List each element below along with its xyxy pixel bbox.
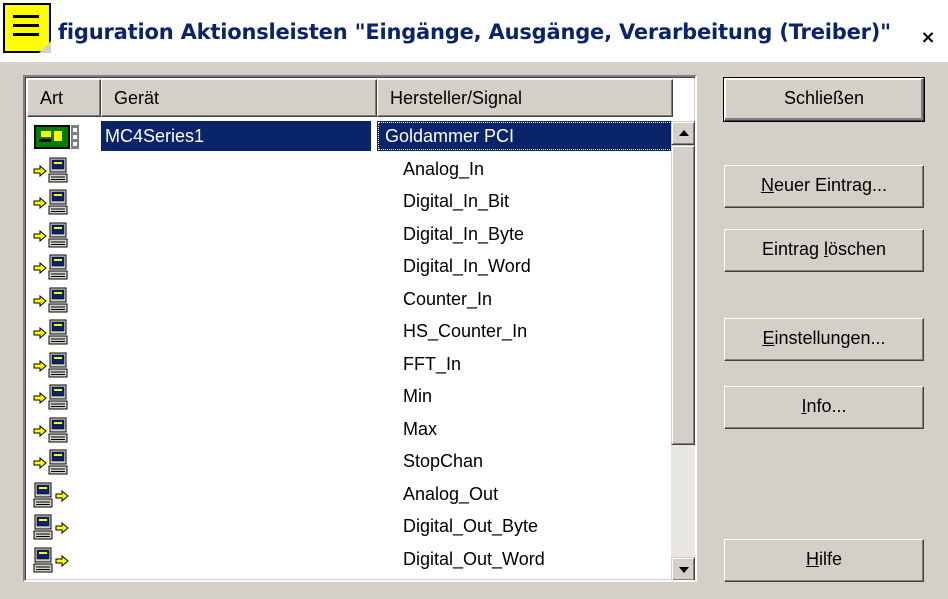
signal-cell: Digital_Out_Word (403, 548, 545, 569)
list-rows: MC4Series1 Goldammer PCI Analog_In Digital_… (27, 121, 673, 577)
column-header-geraet[interactable]: Gerät (101, 79, 377, 117)
list-row[interactable]: Analog_In (27, 154, 671, 187)
signal-cell: Min (403, 386, 433, 406)
computer-icon (33, 514, 53, 540)
signal-cell: Digital_Out_Byte (403, 516, 539, 536)
column-header-signal[interactable]: Hersteller/Signal (377, 79, 673, 117)
arrow-right-icon (33, 391, 47, 405)
input-signal-icon (33, 254, 95, 282)
arrow-right-icon (55, 554, 69, 567)
input-signal-icon (33, 352, 95, 380)
list-row[interactable]: Digital_In_Byte (27, 219, 671, 252)
input-signal-icon (33, 222, 95, 250)
signal-cell: HS_Counter_In (403, 321, 528, 341)
note-icon[interactable] (3, 3, 51, 53)
computer-icon (48, 157, 68, 183)
device-cell: MC4Series1 (101, 121, 371, 151)
arrow-right-icon (33, 424, 47, 437)
list-row[interactable]: MC4Series1 Goldammer PCI (27, 121, 673, 154)
output-signal-icon (33, 482, 95, 510)
arrow-right-icon (33, 196, 47, 210)
input-signal-icon (33, 157, 95, 185)
info-button[interactable]: Info... (724, 386, 924, 429)
list-header: Art Gerät Hersteller/Signal (27, 79, 673, 117)
input-signal-icon (33, 417, 95, 445)
list-row[interactable]: Min (27, 381, 671, 414)
output-signal-icon (33, 514, 95, 542)
help-button[interactable]: Hilfe (724, 539, 924, 582)
scroll-thumb[interactable] (671, 145, 695, 445)
signal-cell: Digital_In_Word (403, 256, 531, 276)
arrow-right-icon (33, 326, 47, 340)
arrow-right-icon (33, 359, 47, 372)
list-row[interactable]: Counter_In (27, 284, 671, 317)
signal-cell: StopChan (403, 451, 484, 471)
signal-cell: Digital_In_Bit (403, 191, 510, 211)
signal-cell: Counter_In (403, 288, 493, 309)
signal-cell: Goldammer PCI (377, 121, 673, 151)
computer-icon (48, 189, 68, 215)
computer-icon (48, 319, 68, 345)
vertical-scrollbar[interactable] (671, 121, 695, 580)
computer-icon (48, 254, 68, 280)
scroll-down-button[interactable] (671, 557, 695, 580)
arrow-right-icon (33, 164, 47, 177)
signal-cell: Max (403, 418, 438, 439)
list-row[interactable]: Max (27, 414, 671, 447)
input-signal-icon (33, 189, 95, 217)
list-row[interactable]: Digital_Out_Byte (27, 511, 671, 544)
signal-cell: Digital_In_Byte (403, 223, 525, 244)
computer-icon (33, 482, 53, 508)
signal-cell: FFT_In (403, 353, 462, 374)
computer-icon (48, 352, 68, 378)
close-icon[interactable]: × (915, 25, 941, 49)
computer-icon (48, 449, 68, 475)
arrow-right-icon (33, 456, 47, 470)
board-icon (33, 124, 95, 152)
new-entry-button[interactable]: Neuer Eintrag... (724, 165, 924, 208)
input-signal-icon (33, 319, 95, 347)
delete-entry-button[interactable]: Eintrag löschen (724, 229, 924, 272)
list-row[interactable]: HS_Counter_In (27, 316, 671, 349)
list-row[interactable]: Analog_Out (27, 479, 671, 512)
computer-icon (48, 287, 68, 313)
scroll-up-button[interactable] (671, 121, 695, 145)
input-signal-icon (33, 449, 95, 477)
arrow-down-icon (679, 567, 689, 573)
settings-button[interactable]: Einstellungen... (724, 318, 924, 361)
close-button[interactable]: Schließen (723, 77, 925, 122)
list-row[interactable]: FFT_In (27, 349, 671, 382)
arrow-right-icon (55, 489, 69, 502)
arrow-up-icon (679, 130, 689, 136)
title-bar: figuration Aktionsleisten "Eingänge, Aus… (0, 0, 948, 62)
column-header-art[interactable]: Art (27, 79, 101, 117)
list-row[interactable]: Digital_In_Word (27, 251, 671, 284)
list-row[interactable]: StopChan (27, 446, 671, 479)
signal-cell: Analog_In (403, 158, 485, 179)
arrow-right-icon (55, 521, 69, 535)
input-signal-icon (33, 287, 95, 315)
arrow-right-icon (33, 261, 47, 275)
computer-icon (48, 222, 68, 248)
list-row[interactable]: Digital_In_Bit (27, 186, 671, 219)
output-signal-icon (33, 547, 95, 575)
window-title: figuration Aktionsleisten "Eingänge, Aus… (58, 20, 891, 44)
input-signal-icon (33, 384, 95, 412)
computer-icon (48, 384, 68, 410)
list-row[interactable]: Digital_Out_Word (27, 544, 671, 577)
arrow-right-icon (33, 294, 47, 307)
computer-icon (33, 547, 53, 573)
signal-list[interactable]: Art Gerät Hersteller/Signal MC4Series1 Go… (23, 75, 697, 582)
arrow-right-icon (33, 229, 47, 242)
computer-icon (48, 417, 68, 443)
signal-cell: Analog_Out (403, 483, 499, 504)
